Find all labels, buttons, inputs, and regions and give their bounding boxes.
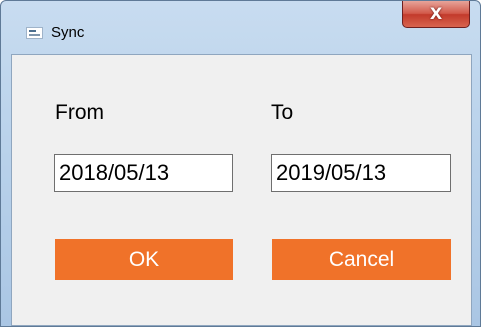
sync-app-icon [26, 27, 43, 39]
to-date-input[interactable] [271, 154, 451, 192]
to-label: To [271, 101, 294, 124]
ok-button[interactable]: OK [55, 239, 233, 280]
sync-dialog-window: Sync X From To OK Cancel [0, 0, 481, 327]
from-label: From [55, 101, 104, 124]
close-button[interactable]: X [402, 1, 470, 28]
close-icon: X [429, 4, 443, 23]
cancel-button[interactable]: Cancel [272, 239, 451, 280]
from-date-input[interactable] [54, 154, 233, 192]
window-title: Sync [51, 24, 85, 41]
title-bar[interactable]: Sync X [1, 1, 480, 41]
dialog-body: From To OK Cancel [11, 54, 472, 326]
